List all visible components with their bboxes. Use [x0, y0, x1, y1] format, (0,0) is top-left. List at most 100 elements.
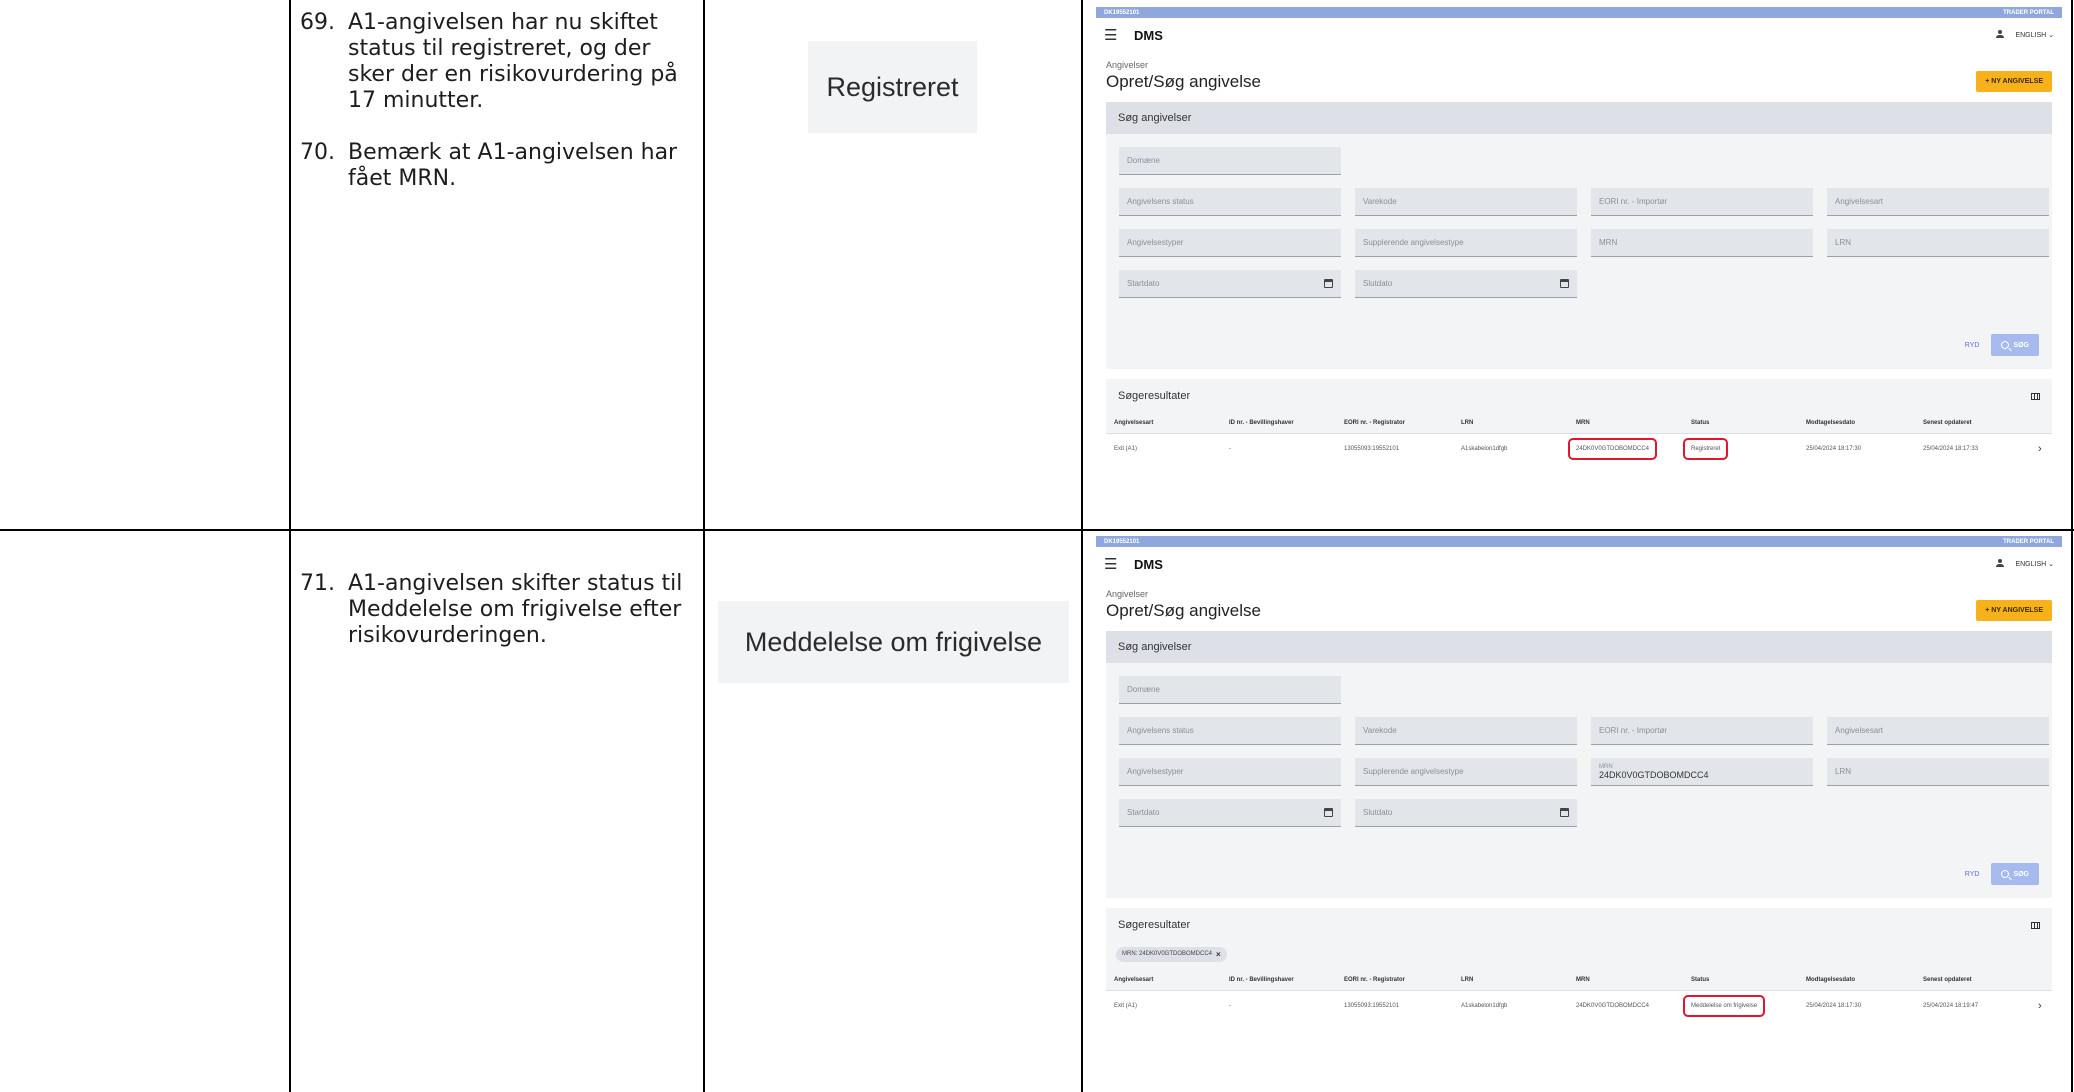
results-panel: Søgeresultater Angivelsesart ID nr. - Be…: [1106, 379, 2052, 464]
new-declaration-button[interactable]: + NY ANGIVELSE: [1976, 71, 2052, 92]
clear-button[interactable]: RYD: [1965, 342, 1980, 349]
search-panel: Søg angivelser Domæne Angivelsens status…: [1106, 631, 2052, 898]
step-item: 69. A1-angivelsen har nu skiftet status t…: [300, 10, 678, 113]
search-icon: [2001, 870, 2010, 878]
domain-field[interactable]: Domæne: [1119, 676, 1341, 704]
eori-importer-field[interactable]: EORI nr. - Importør: [1591, 717, 1813, 745]
table-row[interactable]: Exit (A1) - 13055093:19552101 A1skabelon…: [1106, 433, 2052, 464]
column-header[interactable]: Senest opdateret: [1915, 413, 2030, 434]
mrn-field[interactable]: MRN: [1591, 229, 1813, 257]
plus-icon: +: [1985, 607, 1990, 614]
language-select[interactable]: ENGLISH ⌄: [2015, 31, 2054, 39]
calendar-icon[interactable]: [1560, 279, 1569, 288]
status-highlight: Registreret: [1683, 438, 1729, 460]
cell-last-updated: 25/04/2024 18:17:33: [1915, 433, 2030, 464]
start-date-field[interactable]: Startdato: [1119, 270, 1341, 298]
row-divider: [0, 529, 2074, 531]
table-row[interactable]: Exit (A1) - 13055093:19552101 A1skabelon…: [1106, 989, 2052, 1021]
hamburger-menu-icon[interactable]: ☰: [1104, 555, 1124, 573]
declaration-types-field[interactable]: Angivelsestyper: [1119, 229, 1341, 257]
column-header[interactable]: ID nr. - Bevillingshaver: [1221, 413, 1336, 434]
column-header[interactable]: Modtagelsesdato: [1798, 413, 1915, 434]
cell-eori-registrant: 13055093:19552101: [1336, 433, 1453, 464]
column-header[interactable]: LRN: [1453, 413, 1568, 434]
mrn-field-value: 24DK0V0GTDOBOMDCC4: [1599, 769, 1709, 780]
cell-declaration-kind: Exit (A1): [1106, 989, 1221, 1021]
declaration-types-field[interactable]: Angivelsestyper: [1119, 758, 1341, 786]
declaration-kind-field[interactable]: Angivelsesart: [1827, 717, 2049, 745]
columns-icon[interactable]: [2031, 921, 2040, 929]
column-header[interactable]: Status: [1683, 970, 1798, 991]
mrn-highlight: 24DK0V0GTDOBOMDCC4: [1568, 438, 1658, 460]
calendar-icon[interactable]: [1560, 808, 1569, 817]
app-bar: ☰ DMS ENGLISH ⌄: [1096, 547, 2062, 581]
commodity-code-field[interactable]: Varekode: [1355, 717, 1577, 745]
status-field[interactable]: Angivelsens status: [1119, 717, 1341, 745]
new-declaration-button[interactable]: + NY ANGIVELSE: [1976, 600, 2052, 621]
breadcrumb[interactable]: Angivelser: [1106, 589, 2062, 599]
column-header[interactable]: Angivelsesart: [1106, 970, 1221, 991]
lrn-field[interactable]: LRN: [1827, 758, 2049, 786]
supplementary-type-field[interactable]: Supplerende angivelsestype: [1355, 229, 1577, 257]
cell-received-date: 25/04/2024 18:17:30: [1798, 433, 1915, 464]
filter-chip[interactable]: MRN: 24DK0V0GTDOBOMDCC4 ×: [1116, 946, 1227, 962]
column-header[interactable]: Senest opdateret: [1915, 970, 2030, 991]
calendar-icon[interactable]: [1324, 279, 1333, 288]
column-header[interactable]: EORI nr. - Registrator: [1336, 413, 1453, 434]
table-border-right: [2071, 0, 2073, 1092]
status-crop-image: Registreret: [808, 41, 977, 133]
search-button[interactable]: SØG: [1991, 334, 2039, 356]
column-header[interactable]: MRN: [1568, 970, 1683, 991]
column-header[interactable]: MRN: [1568, 413, 1683, 434]
column-header[interactable]: Modtagelsesdato: [1798, 970, 1915, 991]
dms-screenshot-1: DK19552101 TRADER PORTAL ☰ DMS ENGLISH ⌄…: [1096, 7, 2062, 522]
user-icon[interactable]: [1995, 30, 2005, 40]
table-border-left: [289, 0, 291, 1092]
step-list: 71. A1-angivelsen skifter status til Medd…: [300, 571, 695, 675]
cell-mrn: 24DK0V0GTDOBOMDCC4: [1568, 433, 1683, 464]
cell-mrn: 24DK0V0GTDOBOMDCC4: [1568, 989, 1683, 1021]
declaration-kind-field[interactable]: Angivelsesart: [1827, 188, 2049, 216]
column-header[interactable]: Angivelsesart: [1106, 413, 1221, 434]
language-select[interactable]: ENGLISH ⌄: [2015, 560, 2054, 568]
results-title: Søgeresultater: [1118, 919, 1191, 931]
table-header-row: Angivelsesart ID nr. - Bevillingshaver E…: [1106, 970, 2052, 991]
hamburger-menu-icon[interactable]: ☰: [1104, 26, 1124, 44]
app-bar: ☰ DMS ENGLISH ⌄: [1096, 18, 2062, 52]
columns-icon[interactable]: [2031, 392, 2040, 400]
column-header[interactable]: ID nr. - Bevillingshaver: [1221, 970, 1336, 991]
end-date-field[interactable]: Slutdato: [1355, 270, 1577, 298]
chevron-right-icon[interactable]: ›: [2038, 1000, 2042, 1012]
mrn-field[interactable]: MRN 24DK0V0GTDOBOMDCC4: [1591, 758, 1813, 786]
supplementary-type-field[interactable]: Supplerende angivelsestype: [1355, 758, 1577, 786]
lrn-field[interactable]: LRN: [1827, 229, 2049, 257]
domain-field[interactable]: Domæne: [1119, 147, 1341, 175]
search-button[interactable]: SØG: [1991, 863, 2039, 885]
calendar-icon[interactable]: [1324, 808, 1333, 817]
status-field[interactable]: Angivelsens status: [1119, 188, 1341, 216]
search-panel-header[interactable]: Søg angivelser: [1106, 102, 2052, 134]
portal-topbar: DK19552101 TRADER PORTAL: [1096, 7, 2062, 18]
chevron-right-icon[interactable]: ›: [2038, 443, 2042, 455]
close-icon[interactable]: ×: [1216, 950, 1221, 959]
results-title: Søgeresultater: [1118, 390, 1191, 402]
cell-status: Registreret: [1683, 433, 1798, 464]
search-panel-header[interactable]: Søg angivelser: [1106, 631, 2052, 663]
portal-name: TRADER PORTAL: [2003, 538, 2054, 545]
search-panel: Søg angivelser Domæne Angivelsens status…: [1106, 102, 2052, 369]
step-list: 69. A1-angivelsen har nu skiftet status t…: [300, 10, 695, 218]
start-date-field[interactable]: Startdato: [1119, 799, 1341, 827]
commodity-code-field[interactable]: Varekode: [1355, 188, 1577, 216]
page-title: Opret/Søg angivelse: [1106, 600, 1261, 620]
column-header[interactable]: EORI nr. - Registrator: [1336, 970, 1453, 991]
eori-importer-field[interactable]: EORI nr. - Importør: [1591, 188, 1813, 216]
column-header[interactable]: LRN: [1453, 970, 1568, 991]
status-highlight: Meddelelse om frigivelse: [1683, 994, 1766, 1017]
clear-button[interactable]: RYD: [1965, 871, 1980, 878]
end-date-field[interactable]: Slutdato: [1355, 799, 1577, 827]
user-icon[interactable]: [1995, 559, 2005, 569]
app-brand: DMS: [1134, 556, 1163, 572]
plus-icon: +: [1985, 78, 1990, 85]
breadcrumb[interactable]: Angivelser: [1106, 60, 2062, 70]
column-header[interactable]: Status: [1683, 413, 1798, 434]
